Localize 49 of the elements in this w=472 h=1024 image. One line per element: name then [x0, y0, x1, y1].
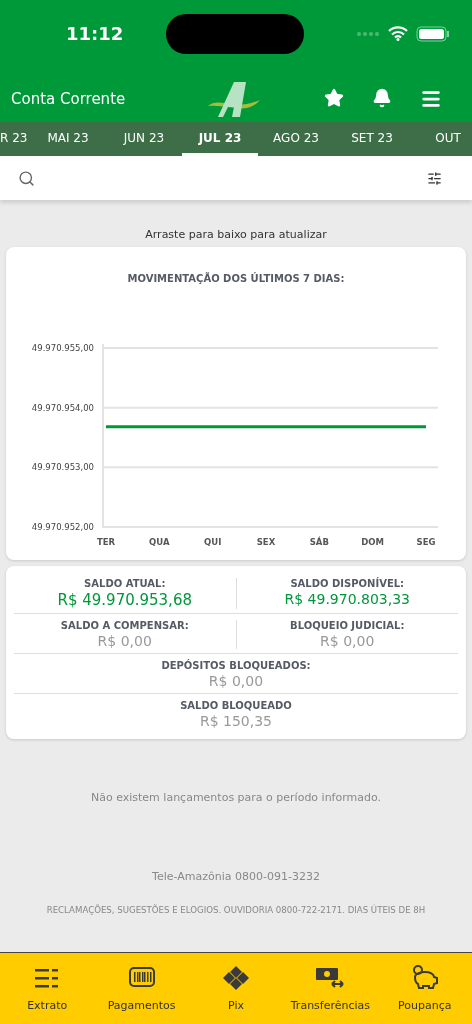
balance-amount: R$ 0,00: [97, 633, 152, 649]
month-tab[interactable]: AGO 23: [258, 122, 334, 156]
contact-phone: Tele-Amazônia 0800-091-3232: [151, 870, 321, 883]
balance-label: SALDO DISPONÍVEL:: [290, 578, 405, 589]
pull-to-refresh-hint: Arraste para baixo para atualizar: [144, 228, 328, 241]
notification-bell-icon[interactable]: [372, 87, 392, 108]
wifi-icon: [388, 26, 408, 41]
axis-label: SÁB: [309, 537, 329, 547]
balance-amount: R$ 0,00: [208, 673, 264, 689]
chart-title: MOVIMENTAÇÃO DOS ÚLTIMOS 7 DIAS:: [126, 273, 346, 284]
balance-label: SALDO ATUAL:: [84, 578, 166, 589]
balance-label: SALDO BLOQUEADO: [180, 700, 292, 711]
pix-icon: [221, 965, 251, 991]
month-tab[interactable]: OUT: [410, 122, 472, 156]
balance-label: SALDO A COMPENSAR:: [60, 620, 189, 631]
search-icon[interactable]: [18, 169, 35, 187]
status-time: 11:12: [66, 23, 125, 44]
empty-message: Não existem lançamentos para o período informado.: [89, 791, 383, 804]
axis-label: TER: [96, 537, 116, 547]
balance-amount: R$ 150,35: [199, 713, 273, 729]
balance-amount: R$ 0,00: [320, 633, 375, 649]
nav-tab[interactable]: Transferências: [283, 953, 378, 1024]
signal-icon: [356, 30, 380, 37]
axis-label: SEG: [416, 537, 436, 547]
month-tab[interactable]: MAI 23: [30, 122, 106, 156]
balance-label: DEPÓSITOS BLOQUEADOS:: [161, 660, 311, 671]
filter-icon[interactable]: [427, 170, 442, 186]
nav-tab[interactable]: Poupança: [377, 953, 472, 1024]
axis-label: 49.970.955,00: [31, 343, 94, 353]
axis-label: 49.970.953,00: [31, 462, 94, 473]
axis-label: 49.970.952,00: [31, 522, 94, 532]
axis-label: 49.970.954,00: [31, 402, 94, 413]
month-tab[interactable]: JUN 23: [106, 122, 182, 156]
favorite-star-icon[interactable]: [324, 87, 344, 108]
axis-label: QUI: [204, 537, 222, 547]
month-tab[interactable]: R 23: [0, 122, 30, 156]
balance-amount: R$ 49.970.953,68: [57, 591, 192, 609]
balance-amount: R$ 49.970.803,33: [284, 591, 410, 607]
nav-tab[interactable]: Extrato: [0, 953, 95, 1024]
ombudsman-text: RECLAMAÇÕES, SUGESTÕES E ELOGIOS. OUVIDORIA 0800-722-2171. DIAS ÚTEIS DE 8H: [45, 905, 427, 915]
axis-label: DOM: [361, 537, 385, 547]
battery-icon: [416, 25, 450, 42]
nav-tab[interactable]: Pix: [188, 953, 284, 1024]
page-title: Conta Corrente: [11, 89, 127, 108]
balance-label: BLOQUEIO JUDICIAL:: [290, 620, 405, 631]
nav-tab[interactable]: Pagamentos: [94, 953, 189, 1024]
axis-label: SEX: [256, 537, 276, 547]
month-tab[interactable]: SET 23: [334, 122, 410, 156]
axis-label: QUA: [149, 537, 170, 547]
